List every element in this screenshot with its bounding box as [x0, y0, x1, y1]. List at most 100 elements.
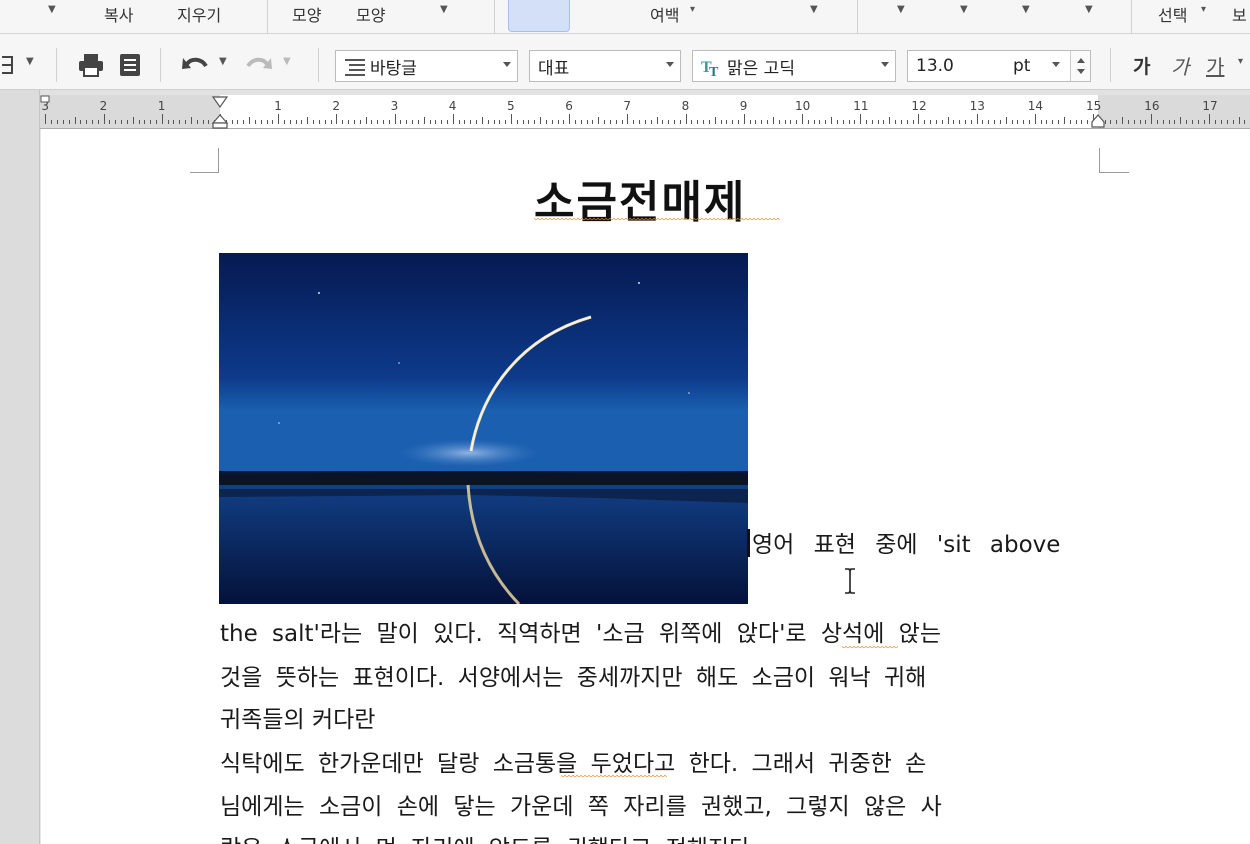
chevron-down-icon[interactable]: ▾: [1201, 4, 1206, 15]
shape-button[interactable]: 모양: [292, 2, 321, 26]
ruler-tick: [91, 120, 93, 124]
dropdown-arrow-icon[interactable]: ▼: [26, 56, 34, 67]
ruler-tick: [243, 120, 245, 124]
selected-ribbon-button[interactable]: [508, 0, 570, 32]
ruler-tick: [150, 120, 152, 124]
ruler-tick: [796, 120, 798, 124]
paragraph-line[interactable]: 람은 소금에서 먼 자리에 앉도록 권했다고 전해진다.: [220, 834, 758, 844]
left-margin-marker-icon[interactable]: [40, 95, 50, 105]
ruler-tick: [534, 120, 536, 124]
ruler-tick: [330, 120, 332, 124]
font-size-value[interactable]: 13.0: [916, 56, 954, 76]
ruler-tick: [714, 117, 716, 124]
preview-icon[interactable]: [117, 52, 143, 78]
ruler-tick: [627, 114, 629, 124]
ruler-tick: [429, 120, 431, 124]
ruler-text-area: [220, 95, 1098, 128]
divider: [1110, 48, 1111, 82]
ruler-tick: [732, 120, 734, 124]
paragraph-line[interactable]: 님에게는 소금이 손에 닿는 가운데 쪽 자리를 권했고, 그렇지 않은 사: [220, 792, 942, 822]
dropdown-arrow-icon[interactable]: ▼: [960, 4, 968, 15]
dropdown-arrow-icon[interactable]: ▼: [48, 4, 56, 15]
dropdown-arrow-icon[interactable]: ▼: [1085, 4, 1093, 15]
dropdown-arrow-icon[interactable]: ▼: [440, 4, 448, 15]
ruler-tick: [464, 120, 466, 124]
ruler-tick: [1139, 120, 1141, 124]
ruler-tick: [266, 120, 268, 124]
margin-corner-mark: [190, 148, 219, 173]
dropdown-arrow-icon[interactable]: [881, 62, 889, 67]
undo-icon[interactable]: [180, 52, 210, 78]
ruler-tick: [289, 120, 291, 124]
underline-button[interactable]: 가: [1206, 50, 1224, 80]
dropdown-arrow-icon[interactable]: [1052, 62, 1060, 67]
ruler-tick: [1209, 114, 1211, 124]
ruler-tick: [115, 120, 117, 124]
ruler-label: 12: [911, 99, 927, 113]
stepper-up-icon[interactable]: [1077, 58, 1085, 63]
margin-button[interactable]: 여백: [650, 2, 679, 26]
font-select[interactable]: TT 맑은 고딕: [692, 50, 896, 82]
shape-button-2[interactable]: 모양: [356, 2, 385, 26]
ruler-tick: [260, 120, 262, 124]
ruler-tick: [1191, 120, 1193, 124]
ruler-tick: [1203, 120, 1205, 124]
ruler-tick: [575, 120, 577, 124]
ruler-tick: [185, 120, 187, 124]
copy-button[interactable]: 복사: [104, 2, 133, 26]
dropdown-arrow-icon[interactable]: ▼: [810, 4, 818, 15]
ruler-tick: [57, 120, 59, 124]
select-button[interactable]: 선택: [1158, 2, 1187, 26]
ruler-label: 9: [739, 99, 748, 113]
ruler-tick: [406, 120, 408, 124]
erase-button[interactable]: 지우기: [177, 2, 221, 26]
ruler-tick: [307, 117, 309, 124]
language-select[interactable]: 대표: [529, 50, 681, 82]
ruler-tick: [935, 120, 937, 124]
right-indent-marker-icon[interactable]: [1090, 113, 1106, 129]
ruler-tick: [359, 120, 361, 124]
ruler-tick: [691, 120, 693, 124]
ruler-tick: [394, 114, 396, 124]
page-icon[interactable]: [0, 52, 16, 78]
ruler-tick: [278, 114, 280, 124]
ruler-tick: [1133, 120, 1135, 124]
paragraph-line[interactable]: 영어 표현 중에 'sit above: [752, 530, 1060, 560]
ruler-tick: [708, 120, 710, 124]
print-icon[interactable]: [78, 52, 104, 78]
ruler-tick: [208, 120, 210, 124]
redo-icon[interactable]: [244, 52, 274, 78]
italic-button[interactable]: 가: [1171, 50, 1189, 80]
chevron-down-icon[interactable]: ▾: [1238, 56, 1243, 67]
formatting-toolbar: ▼ ▼ ▼ 바탕글 대표 TT 맑은 고딕 13.0 pt 가 가 가 ▾: [0, 34, 1250, 90]
paragraph-line[interactable]: 귀족들의 커다란: [220, 705, 375, 735]
paragraph-line[interactable]: 것을 뜻하는 표현이다. 서양에서는 중세까지만 해도 소금이 워낙 귀해: [220, 663, 926, 693]
ruler-tick: [883, 120, 885, 124]
ruler-tick: [761, 120, 763, 124]
ruler-label: 7: [623, 99, 632, 113]
ruler-left-margin: [40, 95, 220, 128]
bold-button[interactable]: 가: [1133, 50, 1150, 80]
dropdown-arrow-icon[interactable]: ▼: [219, 56, 227, 67]
ruler-tick: [155, 120, 157, 124]
ruler-tick: [1122, 117, 1124, 124]
view-button[interactable]: 보: [1232, 2, 1247, 26]
dropdown-arrow-icon[interactable]: ▼: [1022, 4, 1030, 15]
paragraph-line[interactable]: the salt'라는 말이 있다. 직역하면 '소금 위쪽에 앉다'로 상석에…: [220, 619, 941, 649]
paragraph-style-select[interactable]: 바탕글: [335, 50, 518, 82]
font-size-stepper[interactable]: [1070, 51, 1090, 81]
horizontal-ruler[interactable]: 3 2 1 1 2 3 4 5 6 7 8 9 10 11 12 13 14 15 16 17: [40, 95, 1250, 129]
dropdown-arrow-icon[interactable]: ▼: [897, 4, 905, 15]
ruler-tick: [1238, 117, 1240, 124]
indent-marker-icon[interactable]: [211, 95, 229, 129]
ruler-tick: [1145, 120, 1147, 124]
ruler-tick: [854, 120, 856, 124]
ruler-tick: [1063, 117, 1065, 124]
dropdown-arrow-icon[interactable]: [666, 62, 674, 67]
font-size-field[interactable]: 13.0 pt: [907, 50, 1091, 82]
dropdown-arrow-icon[interactable]: [503, 62, 511, 67]
chevron-down-icon[interactable]: ▾: [690, 4, 695, 15]
rocket-launch-photo[interactable]: [219, 253, 748, 604]
stepper-down-icon[interactable]: [1077, 69, 1085, 74]
ruler-tick: [144, 120, 146, 124]
